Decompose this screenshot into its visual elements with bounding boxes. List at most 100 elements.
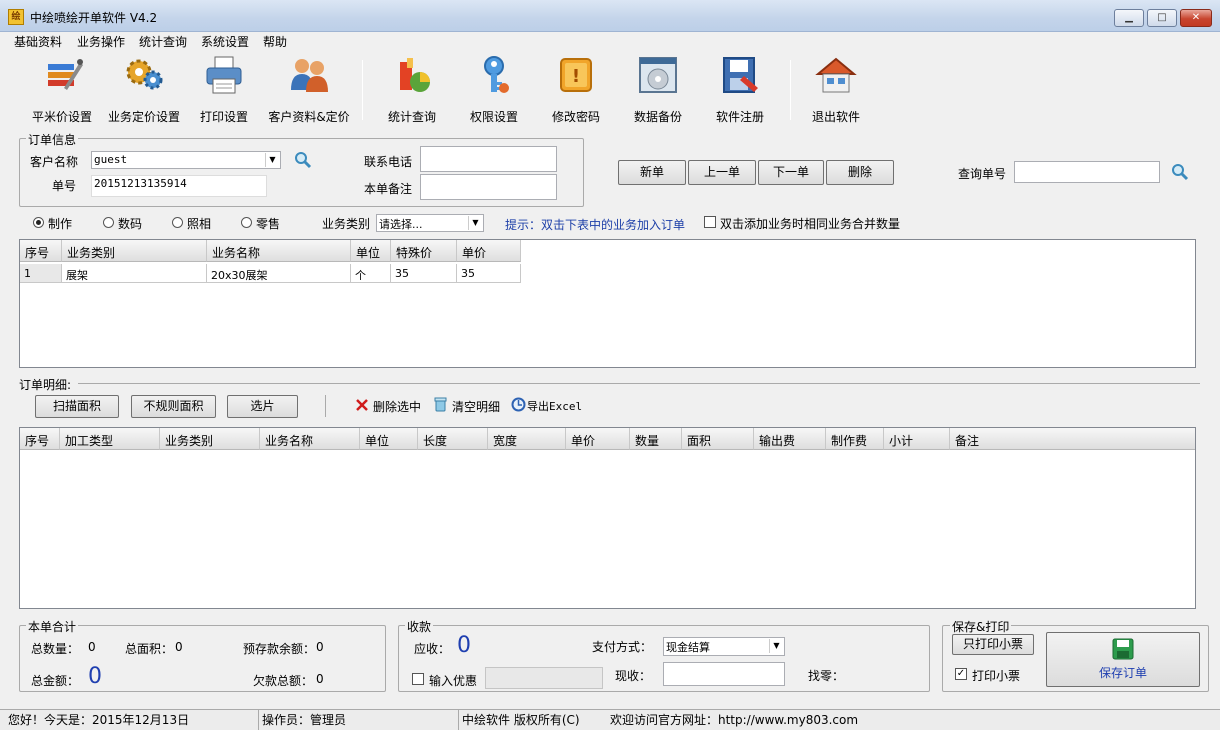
pay-method-label: 支付方式： [592, 640, 653, 654]
phone-field[interactable] [420, 146, 557, 172]
customer-search-icon[interactable] [293, 150, 313, 170]
radio-photo-label: 照相 [187, 217, 212, 231]
detail-col-header[interactable]: 业务名称 [260, 428, 360, 450]
radio-digital[interactable] [103, 217, 114, 228]
next-order-button[interactable]: 下一单 [758, 160, 824, 185]
detail-divider [78, 383, 1200, 384]
save-order-button[interactable]: 保存订单 [1046, 632, 1200, 687]
radio-retail[interactable] [241, 217, 252, 228]
radio-digital-label: 数码 [118, 217, 143, 231]
business-col-header[interactable]: 单价 [457, 240, 521, 262]
order-no-field[interactable]: 20151213135914 [91, 175, 267, 197]
chevron-down-icon: ▼ [265, 153, 279, 167]
detail-col-header[interactable]: 单位 [360, 428, 418, 450]
minimize-button[interactable]: ▁ [1114, 9, 1144, 27]
table-cell[interactable]: 35 [391, 264, 457, 283]
business-col-header[interactable]: 单位 [351, 240, 391, 262]
select-film-button[interactable]: 选片 [227, 395, 298, 418]
toolbar-sqm-price[interactable]: 平米价设置 [26, 54, 98, 125]
radio-production[interactable] [33, 217, 44, 228]
detail-col-header[interactable]: 单价 [566, 428, 630, 450]
clear-detail-button[interactable]: 清空明细 [452, 398, 500, 415]
table-cell[interactable]: 个 [351, 264, 391, 283]
toolbar-customer-pricing[interactable]: 客户资料&定价 [266, 54, 352, 125]
toolbar-statistics[interactable]: 统计查询 [382, 54, 442, 125]
close-button[interactable]: ✕ [1180, 9, 1212, 27]
total-amount-value: 0 [88, 664, 102, 689]
detail-col-header[interactable]: 宽度 [488, 428, 566, 450]
table-cell[interactable]: 1 [20, 264, 62, 283]
category-select[interactable]: 请选择... ▼ [376, 214, 484, 232]
detail-col-header[interactable]: 面积 [682, 428, 754, 450]
prepaid-balance-value: 0 [316, 640, 324, 654]
toolbar-separator [790, 60, 791, 120]
detail-col-header[interactable]: 小计 [884, 428, 950, 450]
prev-order-button[interactable]: 上一单 [688, 160, 756, 185]
business-table[interactable]: 序号 业务类别 业务名称 单位 特殊价 单价 1 展架 20x30展架 个 35… [19, 239, 1196, 368]
app-logo-icon: 绘 [8, 9, 24, 25]
table-cell[interactable]: 展架 [62, 264, 207, 283]
menu-business[interactable]: 业务操作 [77, 33, 125, 50]
toolbar-register[interactable]: 软件注册 [710, 54, 770, 125]
query-search-icon[interactable] [1170, 162, 1190, 182]
toolbar-permissions[interactable]: 权限设置 [464, 54, 524, 125]
detail-col-header[interactable]: 业务类别 [160, 428, 260, 450]
print-receipt-checkbox[interactable]: ✓ [955, 668, 967, 680]
menu-basic-data[interactable]: 基础资料 [14, 33, 62, 50]
toolbar-data-backup[interactable]: 数据备份 [628, 54, 688, 125]
users-icon [287, 54, 331, 96]
order-detail-table[interactable]: 序号 加工类型 业务类别 业务名称 单位 长度 宽度 单价 数量 面积 输出费 … [19, 427, 1196, 609]
toolbar-label: 统计查询 [387, 110, 436, 124]
received-input[interactable] [663, 662, 785, 686]
detail-col-header[interactable]: 制作费 [826, 428, 884, 450]
radio-production-label: 制作 [48, 217, 73, 231]
customer-select[interactable]: guest ▼ [91, 151, 281, 169]
delete-selected-button[interactable]: 删除选中 [373, 398, 421, 415]
export-excel-button[interactable]: 导出Excel [527, 398, 582, 414]
table-cell[interactable]: 20x30展架 [207, 264, 351, 283]
detail-col-header[interactable]: 备注 [950, 428, 1195, 450]
business-col-header[interactable]: 业务名称 [207, 240, 351, 262]
scan-area-button[interactable]: 扫描面积 [35, 395, 119, 418]
status-website: 欢迎访问官方网址：http://www.my803.com [610, 713, 859, 727]
table-cell[interactable]: 35 [457, 264, 521, 283]
radio-photo[interactable] [172, 217, 183, 228]
business-col-header[interactable]: 业务类别 [62, 240, 207, 262]
detail-col-header[interactable]: 序号 [20, 428, 60, 450]
print-only-button[interactable]: 只打印小票 [952, 634, 1034, 655]
order-info-title: 订单信息 [26, 131, 79, 148]
delete-order-button[interactable]: 删除 [826, 160, 894, 185]
detail-col-header[interactable]: 数量 [630, 428, 682, 450]
detail-col-header[interactable]: 长度 [418, 428, 488, 450]
discount-input[interactable] [485, 667, 603, 689]
total-area-label: 总面积： [125, 642, 174, 656]
window-title: 中绘喷绘开单软件 V4.2 [30, 11, 158, 25]
gears-icon [122, 54, 166, 96]
new-order-button[interactable]: 新单 [618, 160, 686, 185]
toolbar-change-password[interactable]: ! 修改密码 [546, 54, 606, 125]
detail-separator [325, 395, 326, 417]
detail-col-header[interactable]: 输出费 [754, 428, 826, 450]
query-order-input[interactable] [1014, 161, 1160, 183]
merge-qty-checkbox[interactable] [704, 216, 716, 228]
customer-value: guest [94, 153, 128, 166]
business-col-header[interactable]: 特殊价 [391, 240, 457, 262]
toolbar-label: 数据备份 [633, 110, 682, 124]
detail-col-header[interactable]: 加工类型 [60, 428, 160, 450]
maximize-button[interactable]: □ [1147, 9, 1177, 27]
due-value: 0 [457, 633, 471, 658]
discount-checkbox[interactable] [412, 673, 424, 685]
toolbar-business-price[interactable]: 业务定价设置 [104, 54, 184, 125]
printer-icon [202, 54, 246, 96]
menu-settings[interactable]: 系统设置 [201, 33, 249, 50]
menu-help[interactable]: 帮助 [263, 33, 287, 50]
due-label: 应收： [414, 642, 451, 656]
save-order-label: 保存订单 [1098, 666, 1147, 680]
business-col-header[interactable]: 序号 [20, 240, 62, 262]
pay-method-select[interactable]: 现金结算 ▼ [663, 637, 785, 656]
remark-field[interactable] [420, 174, 557, 200]
irregular-area-button[interactable]: 不规则面积 [131, 395, 216, 418]
menu-statistics[interactable]: 统计查询 [139, 33, 187, 50]
toolbar-print-settings[interactable]: 打印设置 [194, 54, 254, 125]
toolbar-exit[interactable]: 退出软件 [806, 54, 866, 125]
